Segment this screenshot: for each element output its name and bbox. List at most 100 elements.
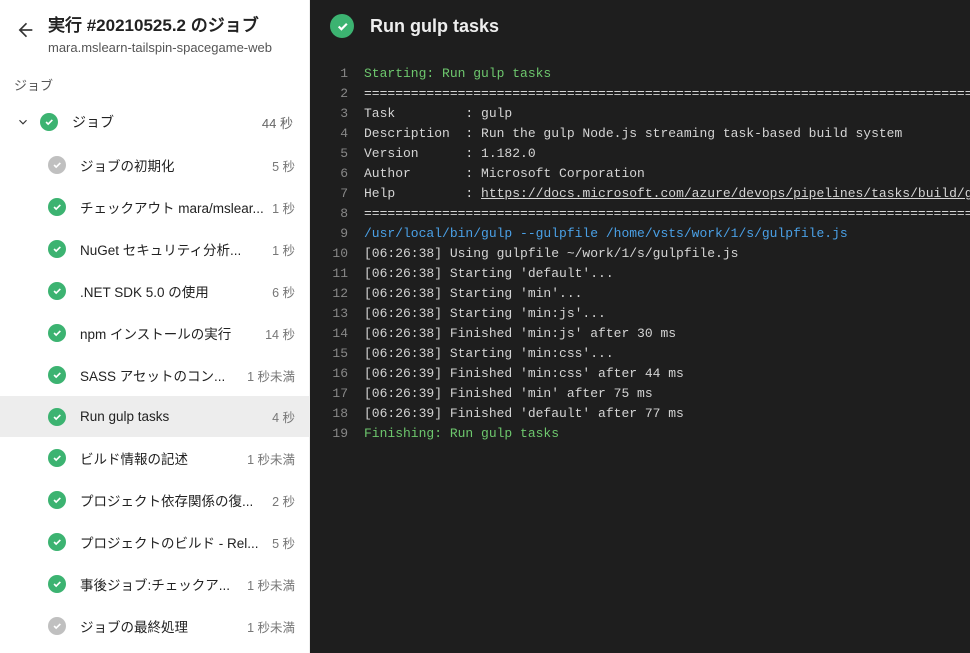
step-duration: 2 秒 bbox=[272, 491, 295, 510]
task-title: Run gulp tasks bbox=[370, 16, 499, 37]
line-text: /usr/local/bin/gulp --gulpfile /home/vst… bbox=[364, 224, 848, 244]
step-row[interactable]: NuGet セキュリティ分析...1 秒 bbox=[0, 228, 309, 270]
success-icon bbox=[48, 198, 66, 216]
log-line: 18[06:26:39] Finished 'default' after 77… bbox=[310, 404, 970, 424]
line-number: 1 bbox=[310, 64, 364, 84]
line-text: Version : 1.182.0 bbox=[364, 144, 536, 164]
line-text: Description : Run the gulp Node.js strea… bbox=[364, 124, 902, 144]
step-row[interactable]: npm インストールの実行14 秒 bbox=[0, 312, 309, 354]
success-icon bbox=[48, 575, 66, 593]
sidebar: 実行 #20210525.2 のジョブ mara.mslearn-tailspi… bbox=[0, 0, 310, 653]
log-line: 1Starting: Run gulp tasks bbox=[310, 64, 970, 84]
log-line: 12[06:26:38] Starting 'min'... bbox=[310, 284, 970, 304]
line-number: 5 bbox=[310, 144, 364, 164]
line-number: 9 bbox=[310, 224, 364, 244]
line-number: 7 bbox=[310, 184, 364, 204]
line-number: 18 bbox=[310, 404, 364, 424]
step-duration: 1 秒 bbox=[272, 198, 295, 217]
help-link[interactable]: https://docs.microsoft.com/azure/devops/… bbox=[481, 186, 970, 201]
run-subtitle: mara.mslearn-tailspin-spacegame-web bbox=[48, 40, 272, 55]
step-duration: 6 秒 bbox=[272, 282, 295, 301]
step-name: プロジェクト依存関係の復... bbox=[80, 490, 266, 510]
step-row[interactable]: 事後ジョブ:チェックア... 1 秒未満 bbox=[0, 563, 309, 605]
job-header[interactable]: ジョブ 44 秒 bbox=[0, 100, 309, 144]
log-line: 9/usr/local/bin/gulp --gulpfile /home/vs… bbox=[310, 224, 970, 244]
pending-icon bbox=[48, 156, 66, 174]
chevron-down-icon bbox=[16, 115, 30, 129]
log-line: 3Task : gulp bbox=[310, 104, 970, 124]
step-row[interactable]: ジョブの最終処理1 秒未満 bbox=[0, 605, 309, 647]
line-text: Author : Microsoft Corporation bbox=[364, 164, 645, 184]
step-name: ジョブの初期化 bbox=[80, 155, 266, 175]
success-icon bbox=[48, 282, 66, 300]
back-arrow-icon[interactable] bbox=[14, 20, 34, 40]
line-text: [06:26:38] Starting 'default'... bbox=[364, 264, 614, 284]
line-text: Starting: Run gulp tasks bbox=[364, 64, 551, 84]
step-name: Run gulp tasks bbox=[80, 409, 266, 424]
line-text: ========================================… bbox=[364, 204, 970, 224]
log-area[interactable]: 1Starting: Run gulp tasks2==============… bbox=[310, 52, 970, 653]
line-text: [06:26:39] Finished 'min:css' after 44 m… bbox=[364, 364, 684, 384]
main-header: Run gulp tasks bbox=[310, 0, 970, 52]
success-icon bbox=[48, 533, 66, 551]
sidebar-header: 実行 #20210525.2 のジョブ mara.mslearn-tailspi… bbox=[0, 0, 309, 65]
step-duration: 1 秒未満 bbox=[247, 449, 295, 468]
line-number: 13 bbox=[310, 304, 364, 324]
success-icon bbox=[48, 449, 66, 467]
step-row[interactable]: プロジェクト依存関係の復... 2 秒 bbox=[0, 479, 309, 521]
line-text: Task : gulp bbox=[364, 104, 512, 124]
line-number: 15 bbox=[310, 344, 364, 364]
step-duration: 1 秒未満 bbox=[247, 366, 295, 385]
step-name: 事後ジョブ:チェックア... bbox=[80, 574, 241, 594]
log-line: 11[06:26:38] Starting 'default'... bbox=[310, 264, 970, 284]
step-name: ビルド情報の記述 bbox=[80, 448, 241, 468]
success-icon bbox=[48, 324, 66, 342]
step-row[interactable]: Run gulp tasks 4 秒 bbox=[0, 396, 309, 437]
step-duration: 4 秒 bbox=[272, 407, 295, 426]
step-duration: 5 秒 bbox=[272, 533, 295, 552]
log-line: 6Author : Microsoft Corporation bbox=[310, 164, 970, 184]
step-duration: 5 秒 bbox=[272, 156, 295, 175]
line-number: 6 bbox=[310, 164, 364, 184]
line-number: 17 bbox=[310, 384, 364, 404]
step-row[interactable]: チェックアウト mara/mslear... 1 秒 bbox=[0, 186, 309, 228]
step-row[interactable]: ジョブの初期化 5 秒 bbox=[0, 144, 309, 186]
step-row[interactable]: .NET SDK 5.0 の使用 6 秒 bbox=[0, 270, 309, 312]
success-icon bbox=[48, 491, 66, 509]
line-text: ========================================… bbox=[364, 84, 970, 104]
success-icon bbox=[48, 408, 66, 426]
steps-list: ジョブの初期化5 秒チェックアウト mara/mslear...1 秒NuGet… bbox=[0, 144, 309, 647]
line-text: [06:26:38] Starting 'min'... bbox=[364, 284, 582, 304]
step-duration: 14 秒 bbox=[265, 324, 295, 343]
line-number: 8 bbox=[310, 204, 364, 224]
main-panel: Run gulp tasks 1Starting: Run gulp tasks… bbox=[310, 0, 970, 653]
step-name: チェックアウト mara/mslear... bbox=[80, 197, 266, 217]
step-row[interactable]: SASS アセットのコン... 1 秒未満 bbox=[0, 354, 309, 396]
step-row[interactable]: ビルド情報の記述 1 秒未満 bbox=[0, 437, 309, 479]
log-line: 16[06:26:39] Finished 'min:css' after 44… bbox=[310, 364, 970, 384]
line-number: 16 bbox=[310, 364, 364, 384]
log-line: 13[06:26:38] Starting 'min:js'... bbox=[310, 304, 970, 324]
line-text: Finishing: Run gulp tasks bbox=[364, 424, 559, 444]
line-number: 10 bbox=[310, 244, 364, 264]
step-name: ジョブの最終処理 bbox=[80, 616, 241, 636]
success-icon bbox=[48, 240, 66, 258]
pending-icon bbox=[48, 617, 66, 635]
line-text: Help : https://docs.microsoft.com/azure/… bbox=[364, 184, 970, 204]
job-name: ジョブ bbox=[72, 112, 254, 132]
step-row[interactable]: プロジェクトのビルド - Rel...5 秒 bbox=[0, 521, 309, 563]
line-number: 14 bbox=[310, 324, 364, 344]
job-duration: 44 秒 bbox=[262, 113, 293, 132]
run-title: 実行 #20210525.2 のジョブ bbox=[48, 16, 272, 36]
line-number: 2 bbox=[310, 84, 364, 104]
log-line: 5Version : 1.182.0 bbox=[310, 144, 970, 164]
line-number: 11 bbox=[310, 264, 364, 284]
step-name: .NET SDK 5.0 の使用 bbox=[80, 281, 266, 301]
line-text: [06:26:39] Finished 'default' after 77 m… bbox=[364, 404, 684, 424]
log-line: 14[06:26:38] Finished 'min:js' after 30 … bbox=[310, 324, 970, 344]
line-number: 3 bbox=[310, 104, 364, 124]
line-text: [06:26:39] Finished 'min' after 75 ms bbox=[364, 384, 653, 404]
step-duration: 1 秒未満 bbox=[247, 575, 295, 594]
line-text: [06:26:38] Finished 'min:js' after 30 ms bbox=[364, 324, 676, 344]
step-name: SASS アセットのコン... bbox=[80, 365, 241, 385]
